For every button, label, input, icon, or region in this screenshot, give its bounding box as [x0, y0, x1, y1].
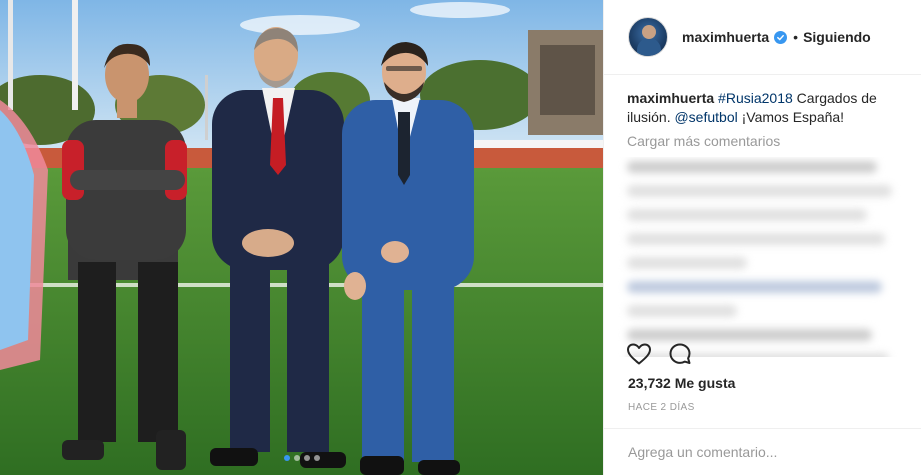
- post-timestamp[interactable]: HACE 2 DÍAS: [628, 402, 695, 413]
- comment-input[interactable]: [628, 444, 888, 460]
- caption-text: ¡Vamos España!: [737, 109, 845, 125]
- caption-username[interactable]: maximhuerta: [627, 90, 714, 106]
- photo-illustration: [0, 0, 603, 475]
- verified-badge-icon: [774, 30, 788, 44]
- carousel-dot[interactable]: [303, 455, 310, 461]
- carousel-dot[interactable]: [293, 455, 300, 461]
- post-side-panel: maximhuerta • Siguiendo maximhuerta #Rus…: [603, 0, 921, 475]
- post-caption: maximhuerta #Rusia2018 Cargados de ilusi…: [604, 75, 904, 151]
- comment-icon[interactable]: [668, 342, 692, 371]
- following-button[interactable]: Siguiendo: [803, 29, 871, 45]
- post-header: maximhuerta • Siguiendo: [604, 0, 921, 75]
- likes-count[interactable]: 23,732 Me gusta: [628, 375, 735, 391]
- heart-icon[interactable]: [626, 342, 652, 371]
- load-more-comments-button[interactable]: Cargar más comentarios: [627, 132, 880, 151]
- follow-separator: •: [793, 29, 799, 45]
- post-photo[interactable]: [0, 0, 603, 475]
- avatar[interactable]: [628, 17, 668, 57]
- hashtag-link[interactable]: #Rusia2018: [718, 90, 793, 106]
- mention-link[interactable]: @sefutbol: [674, 109, 737, 125]
- carousel-dot[interactable]: [313, 455, 320, 461]
- post-actions: [626, 342, 692, 371]
- blurred-comments: [604, 157, 921, 357]
- add-comment-bar: [604, 428, 921, 475]
- carousel-indicator: [0, 455, 603, 461]
- carousel-dot[interactable]: [283, 455, 290, 461]
- username-link[interactable]: maximhuerta: [682, 29, 769, 45]
